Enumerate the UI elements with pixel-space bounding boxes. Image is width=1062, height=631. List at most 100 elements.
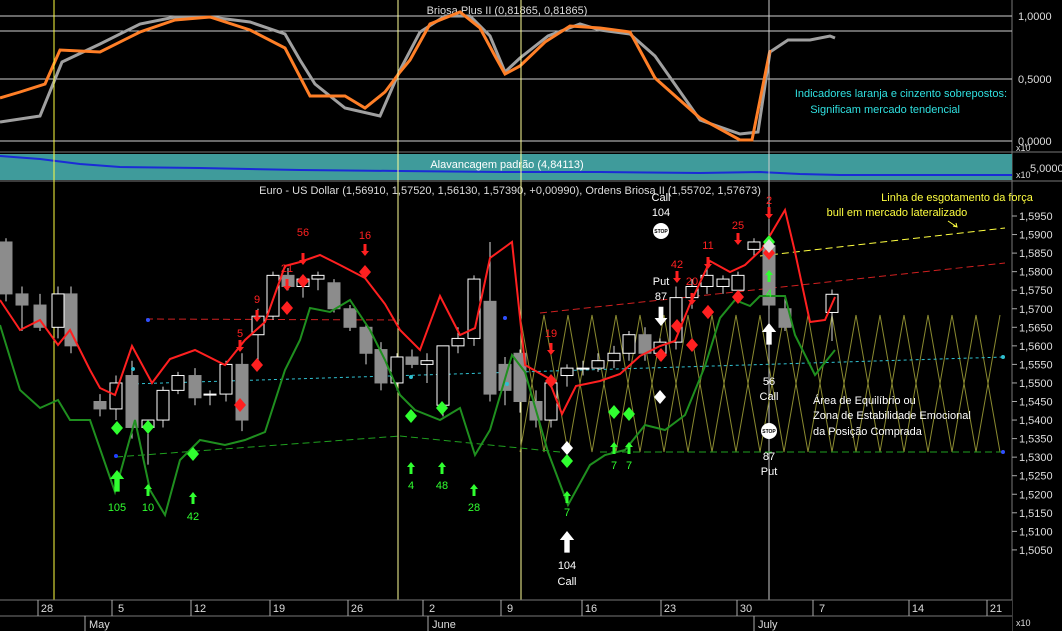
stop-icon-glyph: STOP [654,229,668,235]
sell-diamond [281,301,293,315]
price-tick-label: 1,5900 [1019,230,1053,242]
red-signal-count: 16 [359,230,371,242]
indicator-dot [114,454,118,458]
indicator-dot [146,318,150,322]
main-panel-title: Euro - US Dollar (1,56910, 1,57520, 1,56… [259,185,761,197]
arrow-up-icon [407,462,415,474]
leverage-tick: 5,0000 [1030,163,1062,175]
price-tick-label: 1,5850 [1019,248,1053,260]
stop-icon-glyph: STOP [762,429,776,435]
buy-diamond [623,407,635,421]
day-tick-label: 12 [194,603,206,615]
price-tick-label: 1,5700 [1019,304,1053,316]
price-tick-label: 1,5050 [1019,545,1053,557]
day-tick-label: 23 [664,603,676,615]
call-count: 104 [652,207,670,219]
arrow-up-icon [559,531,575,553]
candle-up [219,363,233,395]
green-signal-count: 105 [108,502,126,514]
red-signal-count: 42 [671,259,683,271]
arrow-up-icon [189,492,197,504]
red-signal-count: 2 [766,195,772,207]
white-marker [561,441,573,455]
arrow-down-icon [704,257,712,269]
top-tick-05: 0,5000 [1018,74,1052,86]
candle-up [109,382,123,410]
arrow-down-icon [361,244,369,256]
x10-top-1: x10 [1016,143,1031,153]
price-tick-label: 1,5550 [1019,359,1053,371]
candle-down [0,241,13,295]
green-signal-count: 7 [564,507,570,519]
candle-up [203,393,217,396]
green-signal-count: 7 [611,460,617,472]
price-tick-label: 1,5250 [1019,471,1053,483]
day-tick-label: 21 [990,603,1002,615]
zone-annotation-1: Área de Equilíbrio ou [813,394,916,407]
candle-down [188,375,202,399]
price-tick-label: 1,5800 [1019,267,1053,279]
red-signal-count: 9 [254,294,260,306]
call-label: Call [760,391,779,403]
sell-diamond [251,358,263,372]
candle-up [51,293,65,328]
month-label: May [89,619,110,631]
red-signal-count: 19 [545,328,557,340]
leverage-title: Alavancagem padrão (4,84113) [430,159,583,171]
candle-up [576,367,590,370]
white-marker [654,390,666,404]
day-tick-label: 28 [41,603,53,615]
day-tick-label: 14 [912,603,924,615]
buy-diamond [561,454,573,468]
price-tick-label: 1,5350 [1019,434,1053,446]
candle-down [327,282,341,310]
green-signal-count: 7 [626,460,632,472]
price-tick-label: 1,5500 [1019,378,1053,390]
call-count: 104 [558,560,576,572]
chart-window: Briosa Plus II (0,81865, 0,81865) 1,0000… [0,0,1062,631]
yellow-exhaustion-line [759,227,1006,257]
buy-diamond [187,447,199,461]
price-tick-label: 1,5950 [1019,211,1053,223]
indicator-dot [505,382,509,386]
candle-down [405,356,419,365]
candle-up [544,382,558,421]
candle-up [591,360,605,369]
price-tick-label: 1,5450 [1019,397,1053,409]
green-line-2 [399,435,561,453]
indicator-dot [1001,450,1005,454]
day-tick-label: 26 [351,603,363,615]
call-label: Call [558,576,577,588]
zigzag-segment [711,314,761,453]
call-label: Call [652,192,671,204]
month-label: July [758,619,778,631]
zone-annotation-3: da Posição Comprada [813,426,923,438]
day-tick-label: 30 [740,603,752,615]
put-label: Put [761,466,778,478]
candle-up [560,367,574,377]
candle-up [731,274,745,291]
candles [0,238,839,465]
red-signal-count: 5 [237,328,243,340]
candle-down [343,308,357,328]
day-tick-label: 5 [118,603,124,615]
green-signal-count: 10 [142,502,154,514]
price-tick-label: 1,5400 [1019,415,1053,427]
call-count: 56 [763,376,775,388]
candle-down [64,293,78,347]
put-count: 87 [763,451,775,463]
candle-up [716,278,730,287]
candle-down [374,349,388,384]
indicator-dot [503,316,507,320]
green-signal-count: 28 [468,502,480,514]
candle-up [451,337,465,347]
candle-down [93,401,107,410]
candle-up [747,241,761,250]
arrow-down-icon [547,343,555,355]
chart-canvas: Briosa Plus II (0,81865, 0,81865) 1,0000… [0,0,1062,631]
day-tick-label: 19 [273,603,285,615]
exhaustion-annotation-2: bull em mercado lateralizado [827,207,968,219]
zigzag-segment [951,314,1001,453]
price-axis: 1,5950 1,5900 1,5850 1,5800 1,5750 1,5700 1,56… [1012,211,1053,557]
price-tick-label: 1,5750 [1019,285,1053,297]
